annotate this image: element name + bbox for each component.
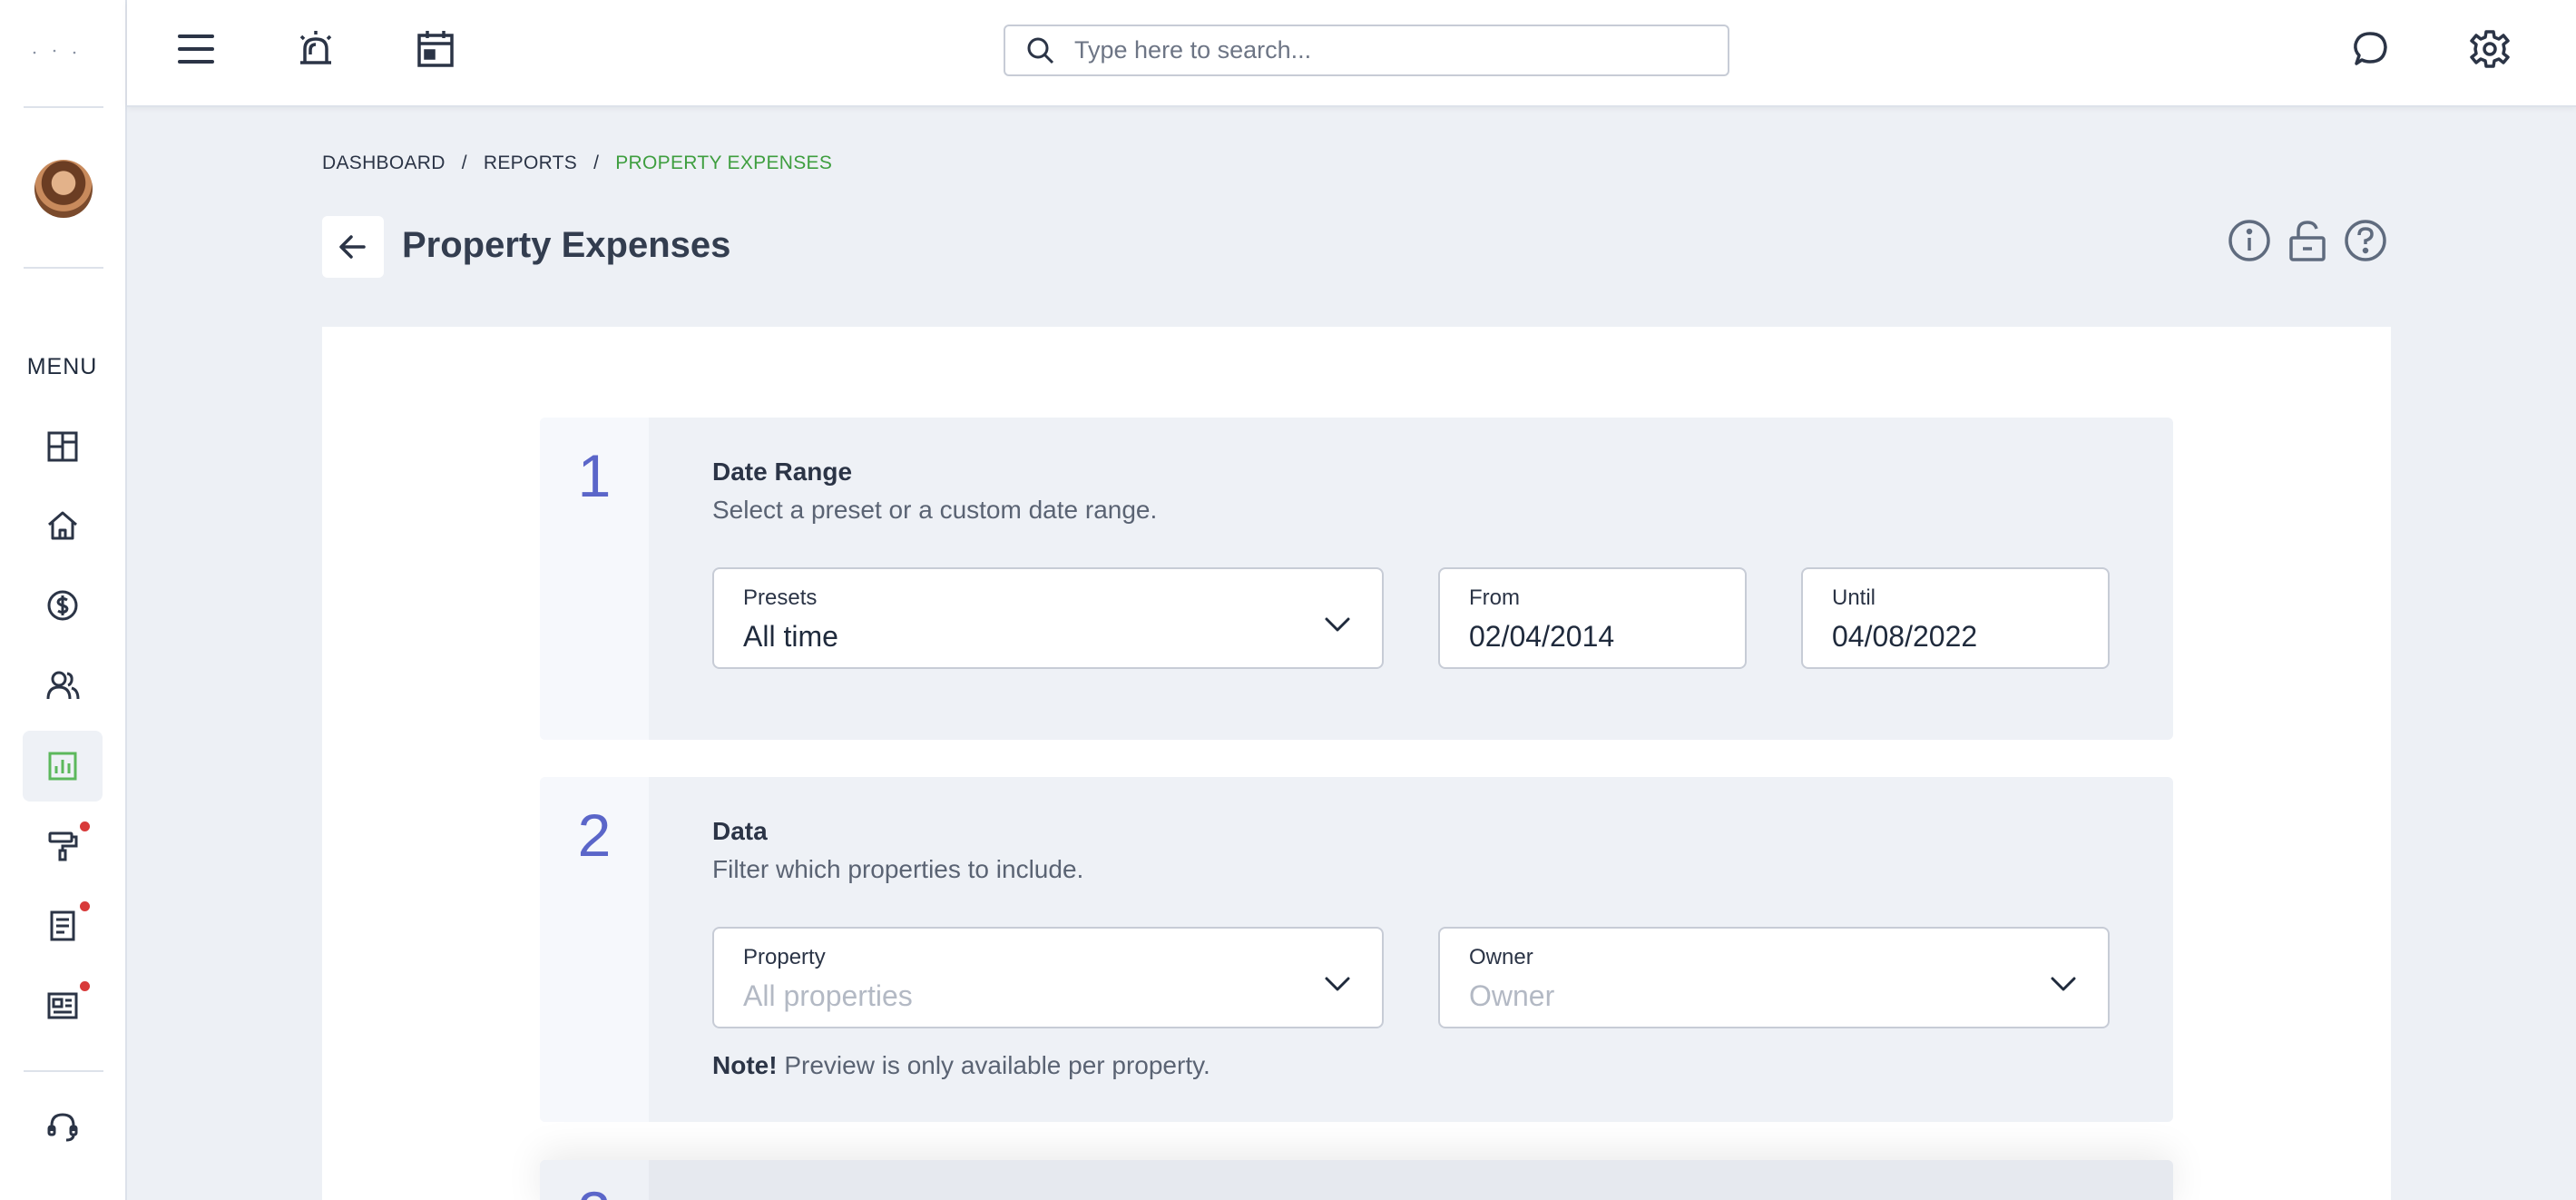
- presets-label: Presets: [743, 585, 818, 610]
- info-icon: [2228, 220, 2270, 261]
- notification-badge: [80, 821, 90, 831]
- property-select[interactable]: Property All properties: [712, 927, 1384, 1028]
- until-label: Until: [1832, 585, 1876, 610]
- dollar-icon: [47, 590, 78, 621]
- chevron-down-icon: [1325, 617, 1350, 632]
- until-date-field[interactable]: Until 04/08/2022: [1801, 567, 2110, 669]
- section-title: Data: [712, 817, 768, 845]
- chat-button[interactable]: [2345, 24, 2395, 74]
- back-button[interactable]: [322, 216, 384, 278]
- step-column: 2: [540, 777, 649, 1122]
- arrow-left-icon: [339, 235, 366, 259]
- sidebar-item-contacts[interactable]: [23, 650, 103, 721]
- notification-badge: [80, 901, 90, 911]
- notification-badge: [80, 981, 90, 991]
- sidebar-item-documents[interactable]: [23, 890, 103, 961]
- breadcrumb-separator: /: [593, 152, 600, 173]
- breadcrumb-separator: /: [461, 152, 467, 173]
- report-card: 1 Date Range Select a preset or a custom…: [322, 327, 2391, 1200]
- step-column: 1: [540, 418, 649, 740]
- unlock-button[interactable]: [2283, 216, 2332, 265]
- sidebar-divider: [24, 106, 103, 108]
- sidebar-item-reports[interactable]: [23, 731, 103, 802]
- section-title: Date Range: [712, 457, 853, 486]
- logo[interactable]: [27, 36, 82, 64]
- step-number: 3: [540, 1178, 649, 1200]
- sidebar-item-listings[interactable]: [23, 970, 103, 1041]
- sidebar-divider: [24, 1070, 103, 1072]
- top-bar: [127, 0, 2576, 107]
- until-value: 04/08/2022: [1832, 620, 1978, 653]
- from-date-field[interactable]: From 02/04/2014: [1438, 567, 1747, 669]
- sidebar-item-accounting[interactable]: [23, 570, 103, 641]
- search-box[interactable]: [1004, 25, 1729, 76]
- sidebar-item-support[interactable]: [23, 1092, 103, 1163]
- document-icon: [50, 910, 75, 941]
- data-section: 2 Data Filter which properties to includ…: [540, 777, 2173, 1122]
- alarm-button[interactable]: [290, 24, 341, 74]
- section-subtitle: Filter which properties to include.: [712, 855, 1084, 883]
- chevron-down-icon: [1325, 977, 1350, 991]
- breadcrumb: DASHBOARD / REPORTS / PROPERTY EXPENSES: [322, 152, 832, 174]
- page-title: Property Expenses: [402, 225, 731, 265]
- search-input[interactable]: [1074, 36, 1691, 64]
- reports-chart-icon: [48, 752, 77, 781]
- unlock-icon: [2289, 221, 2326, 261]
- home-icon: [48, 511, 77, 540]
- hamburger-menu-icon: [178, 34, 214, 64]
- sidebar: MENU: [0, 0, 127, 1200]
- calendar-button[interactable]: [410, 24, 461, 74]
- from-value: 02/04/2014: [1469, 620, 1615, 653]
- step-number: 2: [577, 802, 612, 869]
- calendar-icon: [417, 31, 454, 67]
- step-number: 1: [577, 442, 612, 509]
- avatar[interactable]: [34, 160, 93, 218]
- settings-button[interactable]: [2464, 24, 2515, 74]
- presets-select[interactable]: Presets All time: [712, 567, 1384, 669]
- help-button[interactable]: [2341, 216, 2390, 265]
- owner-placeholder: Owner: [1469, 979, 1555, 1012]
- date-range-section: 1 Date Range Select a preset or a custom…: [540, 418, 2173, 740]
- sidebar-item-dashboard[interactable]: [23, 411, 103, 482]
- chevron-down-icon: [2051, 977, 2076, 991]
- search-icon: [1027, 37, 1054, 64]
- section-subtitle: Select a preset or a custom date range.: [712, 496, 1158, 524]
- help-icon: [2345, 220, 2386, 261]
- menu-label: MENU: [26, 354, 98, 379]
- headset-icon: [47, 1113, 78, 1142]
- info-button[interactable]: [2225, 216, 2274, 265]
- breadcrumb-dashboard[interactable]: DASHBOARD: [322, 152, 446, 174]
- people-icon: [46, 671, 80, 700]
- step-column: 3: [540, 1160, 649, 1200]
- owner-label: Owner: [1469, 945, 1533, 969]
- hamburger-menu-button[interactable]: [171, 24, 221, 74]
- settings-gear-icon: [2470, 30, 2510, 68]
- from-label: From: [1469, 585, 1520, 610]
- property-placeholder: All properties: [743, 979, 913, 1012]
- breadcrumb-reports[interactable]: REPORTS: [484, 152, 577, 174]
- presets-value: All time: [743, 620, 838, 653]
- alarm-icon: [299, 31, 332, 64]
- paint-roller-icon: [48, 831, 78, 861]
- note-strong: Note!: [712, 1051, 778, 1079]
- sidebar-divider: [24, 267, 103, 269]
- chat-icon: [2354, 32, 2387, 65]
- next-section: 3: [540, 1160, 2173, 1200]
- sidebar-item-properties[interactable]: [23, 490, 103, 561]
- preview-note: Note! Preview is only available per prop…: [712, 1051, 1210, 1080]
- owner-select[interactable]: Owner Owner: [1438, 927, 2110, 1028]
- newspaper-icon: [47, 992, 78, 1019]
- note-text: Preview is only available per property.: [777, 1051, 1210, 1079]
- sidebar-item-maintenance[interactable]: [23, 811, 103, 881]
- dashboard-icon: [47, 431, 78, 462]
- property-label: Property: [743, 945, 826, 969]
- breadcrumb-current: PROPERTY EXPENSES: [615, 152, 833, 173]
